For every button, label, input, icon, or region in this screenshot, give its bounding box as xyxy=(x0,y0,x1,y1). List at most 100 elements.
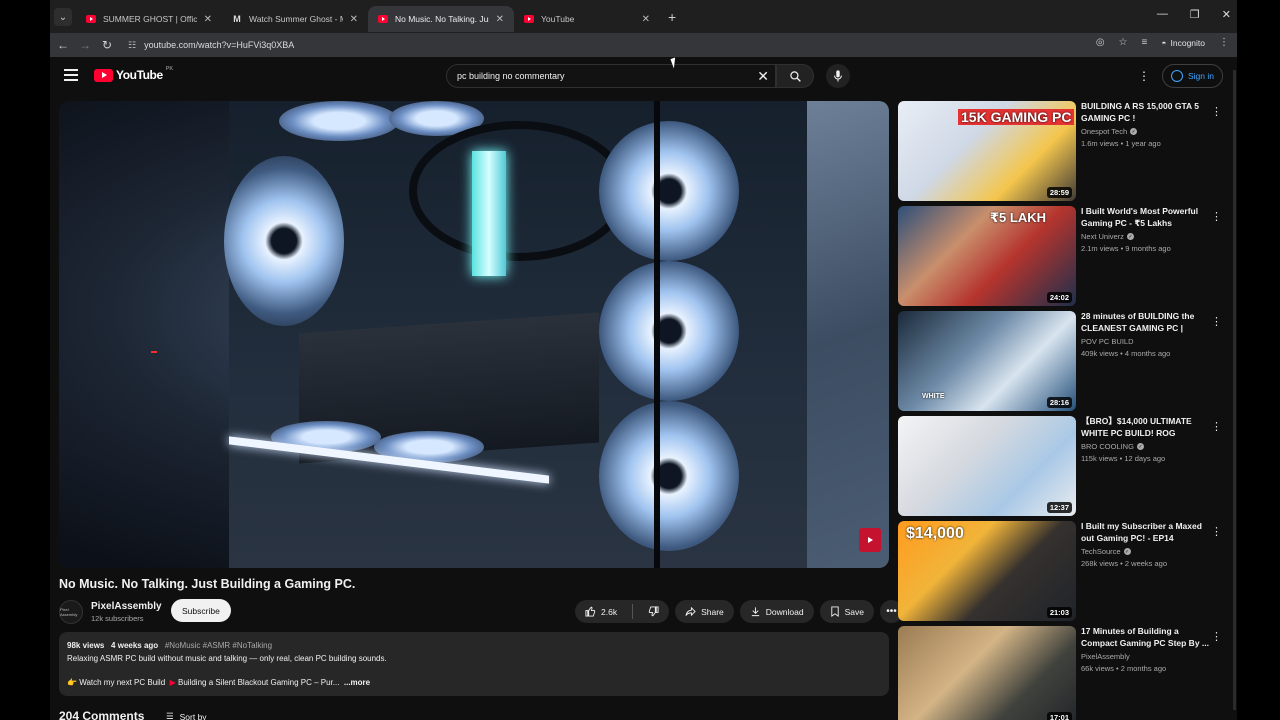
channel-avatar[interactable]: Pixel Assembly xyxy=(59,600,83,624)
youtube-logo[interactable]: YouTube PK xyxy=(94,66,173,82)
new-tab-icon[interactable]: + xyxy=(668,9,676,25)
channel-name[interactable]: Next Univerz xyxy=(1081,232,1124,241)
video-thumbnail[interactable]: 15K GAMING PC 28:59 xyxy=(898,101,1076,201)
youtube-masthead: YouTube PK pc building no commentary ✕ ⋮… xyxy=(50,57,1237,95)
related-video-item[interactable]: $14,000 21:03 I Built my Subscriber a Ma… xyxy=(898,521,1228,621)
minimize-icon[interactable]: — xyxy=(1157,8,1168,21)
voice-search-button[interactable] xyxy=(826,64,850,88)
video-title[interactable]: 17 Minutes of Building a Compact Gaming … xyxy=(1081,626,1209,649)
promo-link[interactable]: Building a Silent Blackout Gaming PC – P… xyxy=(178,678,339,687)
channel-line: Next Univerz ✓ xyxy=(1081,232,1209,241)
settings-menu-icon[interactable]: ⋮ xyxy=(1138,69,1150,83)
save-button[interactable]: Save xyxy=(819,600,874,623)
video-thumbnail[interactable]: $14,000 21:03 xyxy=(898,521,1076,621)
video-stats: 1.6m views • 1 year ago xyxy=(1081,139,1161,148)
share-button[interactable]: Share xyxy=(675,600,734,623)
url-field[interactable]: ☷ youtube.com/watch?v=HuFVi3q0XBA xyxy=(128,40,294,51)
video-thumbnail[interactable]: 17:01 xyxy=(898,626,1076,720)
incognito-badge[interactable]: ◓ Incognito xyxy=(1161,38,1205,48)
more-options-icon[interactable]: ⋮ xyxy=(1211,420,1222,433)
more-options-icon[interactable]: ⋮ xyxy=(1211,630,1222,643)
video-thumbnail[interactable]: WHITE 28:16 xyxy=(898,311,1076,411)
channel-name[interactable]: POV PC BUILD xyxy=(1081,337,1134,346)
microphone-icon xyxy=(834,70,842,82)
dislike-button[interactable] xyxy=(638,600,669,623)
close-tab-icon[interactable]: ✕ xyxy=(204,14,212,25)
video-frame-fan xyxy=(599,401,739,551)
video-title[interactable]: 28 minutes of BUILDING the CLEANEST GAMI… xyxy=(1081,311,1209,334)
video-stats: 2.1m views • 9 months ago xyxy=(1081,244,1171,253)
share-label: Share xyxy=(701,606,724,617)
more-options-icon[interactable]: ⋮ xyxy=(1211,525,1222,538)
tab-title: Watch Summer Ghost - Miruro xyxy=(249,14,343,24)
reading-list-icon[interactable]: ≡ xyxy=(1142,37,1148,48)
youtube-icon xyxy=(524,15,534,23)
browser-tab-4[interactable]: YouTube ✕ xyxy=(514,6,660,32)
like-button[interactable]: 2.6k xyxy=(575,600,627,623)
video-title[interactable]: 【BRO】$14,000 ULTIMATE WHITE PC BUILD! RO… xyxy=(1081,416,1209,439)
browser-tab-2[interactable]: M Watch Summer Ghost - Miruro ✕ xyxy=(222,6,368,32)
related-video-item[interactable]: 12:37 【BRO】$14,000 ULTIMATE WHITE PC BUI… xyxy=(898,416,1228,516)
browser-tab-3-active[interactable]: No Music. No Talking. Just Buildi ✕ xyxy=(368,6,514,32)
video-duration: 12:37 xyxy=(1046,502,1072,513)
related-video-item[interactable]: WHITE 28:16 28 minutes of BUILDING the C… xyxy=(898,311,1228,411)
channel-name[interactable]: PixelAssembly xyxy=(91,601,162,612)
search-input[interactable]: pc building no commentary ✕ xyxy=(446,64,776,88)
hamburger-menu-icon[interactable] xyxy=(64,69,78,81)
related-video-item[interactable]: 17:01 17 Minutes of Building a Compact G… xyxy=(898,626,1228,720)
description-box[interactable]: 98k views 4 weeks ago #NoMusic #ASMR #No… xyxy=(59,632,889,696)
bookmark-star-icon[interactable]: ☆ xyxy=(1119,37,1128,48)
download-button[interactable]: Download xyxy=(739,600,814,623)
comments-count: 204 Comments xyxy=(59,709,145,720)
close-tab-icon[interactable]: ✕ xyxy=(642,14,650,25)
video-title[interactable]: I Built World's Most Powerful Gaming PC … xyxy=(1081,206,1209,229)
clear-search-icon[interactable]: ✕ xyxy=(757,68,769,85)
description-promo-line: 👉 Watch my next PC Build ▶ Building a Si… xyxy=(67,677,881,690)
more-options-icon[interactable]: ⋮ xyxy=(1211,210,1222,223)
close-window-icon[interactable]: ✕ xyxy=(1222,8,1231,21)
channel-name[interactable]: Onespot Tech xyxy=(1081,127,1127,136)
hashtags[interactable]: #NoMusic #ASMR #NoTalking xyxy=(165,641,272,650)
eye-off-icon[interactable]: ◎ xyxy=(1096,37,1105,48)
youtube-icon: ▶ xyxy=(169,678,176,687)
close-tab-icon[interactable]: ✕ xyxy=(496,14,504,25)
verified-icon: ✓ xyxy=(1130,128,1138,135)
tab-title: SUMMER GHOST | Official Engli xyxy=(103,14,197,24)
channel-name[interactable]: TechSource xyxy=(1081,547,1121,556)
browser-tab-strip: ⌄ SUMMER GHOST | Official Engli ✕ M Watc… xyxy=(50,0,1237,33)
video-duration: 24:02 xyxy=(1046,292,1072,303)
sort-comments-button[interactable]: ☰ Sort by xyxy=(166,711,207,720)
video-thumbnail[interactable]: ₹5 LAKH 24:02 xyxy=(898,206,1076,306)
subscribe-button[interactable]: Subscribe xyxy=(171,599,231,622)
video-thumbnail[interactable]: 12:37 xyxy=(898,416,1076,516)
page-scrollbar[interactable] xyxy=(1233,70,1236,710)
incognito-icon: ◓ xyxy=(1161,37,1167,48)
video-title[interactable]: BUILDING A RS 15,000 GTA 5 GAMING PC ! xyxy=(1081,101,1209,124)
site-info-icon[interactable]: ☷ xyxy=(128,40,136,51)
channel-name[interactable]: BRO COOLING xyxy=(1081,442,1134,451)
maximize-icon[interactable]: ❐ xyxy=(1190,8,1200,21)
related-video-item[interactable]: 15K GAMING PC 28:59 BUILDING A RS 15,000… xyxy=(898,101,1228,201)
more-options-icon[interactable]: ⋮ xyxy=(1211,315,1222,328)
miruro-icon: M xyxy=(233,14,241,24)
search-button[interactable] xyxy=(776,64,814,88)
forward-icon[interactable]: → xyxy=(74,38,96,52)
browser-tab-1[interactable]: SUMMER GHOST | Official Engli ✕ xyxy=(76,6,222,32)
video-duration: 28:16 xyxy=(1046,397,1072,408)
subscribe-watermark-icon[interactable] xyxy=(859,528,881,552)
show-more-link[interactable]: ...more xyxy=(344,678,370,687)
back-icon[interactable]: ← xyxy=(52,38,74,52)
more-options-icon[interactable]: ⋮ xyxy=(1211,105,1222,118)
channel-line: PixelAssembly xyxy=(1081,652,1209,661)
like-count: 2.6k xyxy=(601,606,618,617)
browser-menu-icon[interactable]: ⋮ xyxy=(1219,37,1229,48)
channel-name[interactable]: PixelAssembly xyxy=(1081,652,1130,661)
sign-in-button[interactable]: Sign in xyxy=(1162,64,1223,88)
related-video-item[interactable]: ₹5 LAKH 24:02 I Built World's Most Power… xyxy=(898,206,1228,306)
tab-search-button[interactable]: ⌄ xyxy=(54,8,72,26)
video-player[interactable] xyxy=(59,101,889,568)
reload-icon[interactable]: ↻ xyxy=(96,38,118,52)
video-title[interactable]: I Built my Subscriber a Maxed out Gaming… xyxy=(1081,521,1209,544)
close-tab-icon[interactable]: ✕ xyxy=(350,14,358,25)
left-black-border xyxy=(0,0,50,720)
